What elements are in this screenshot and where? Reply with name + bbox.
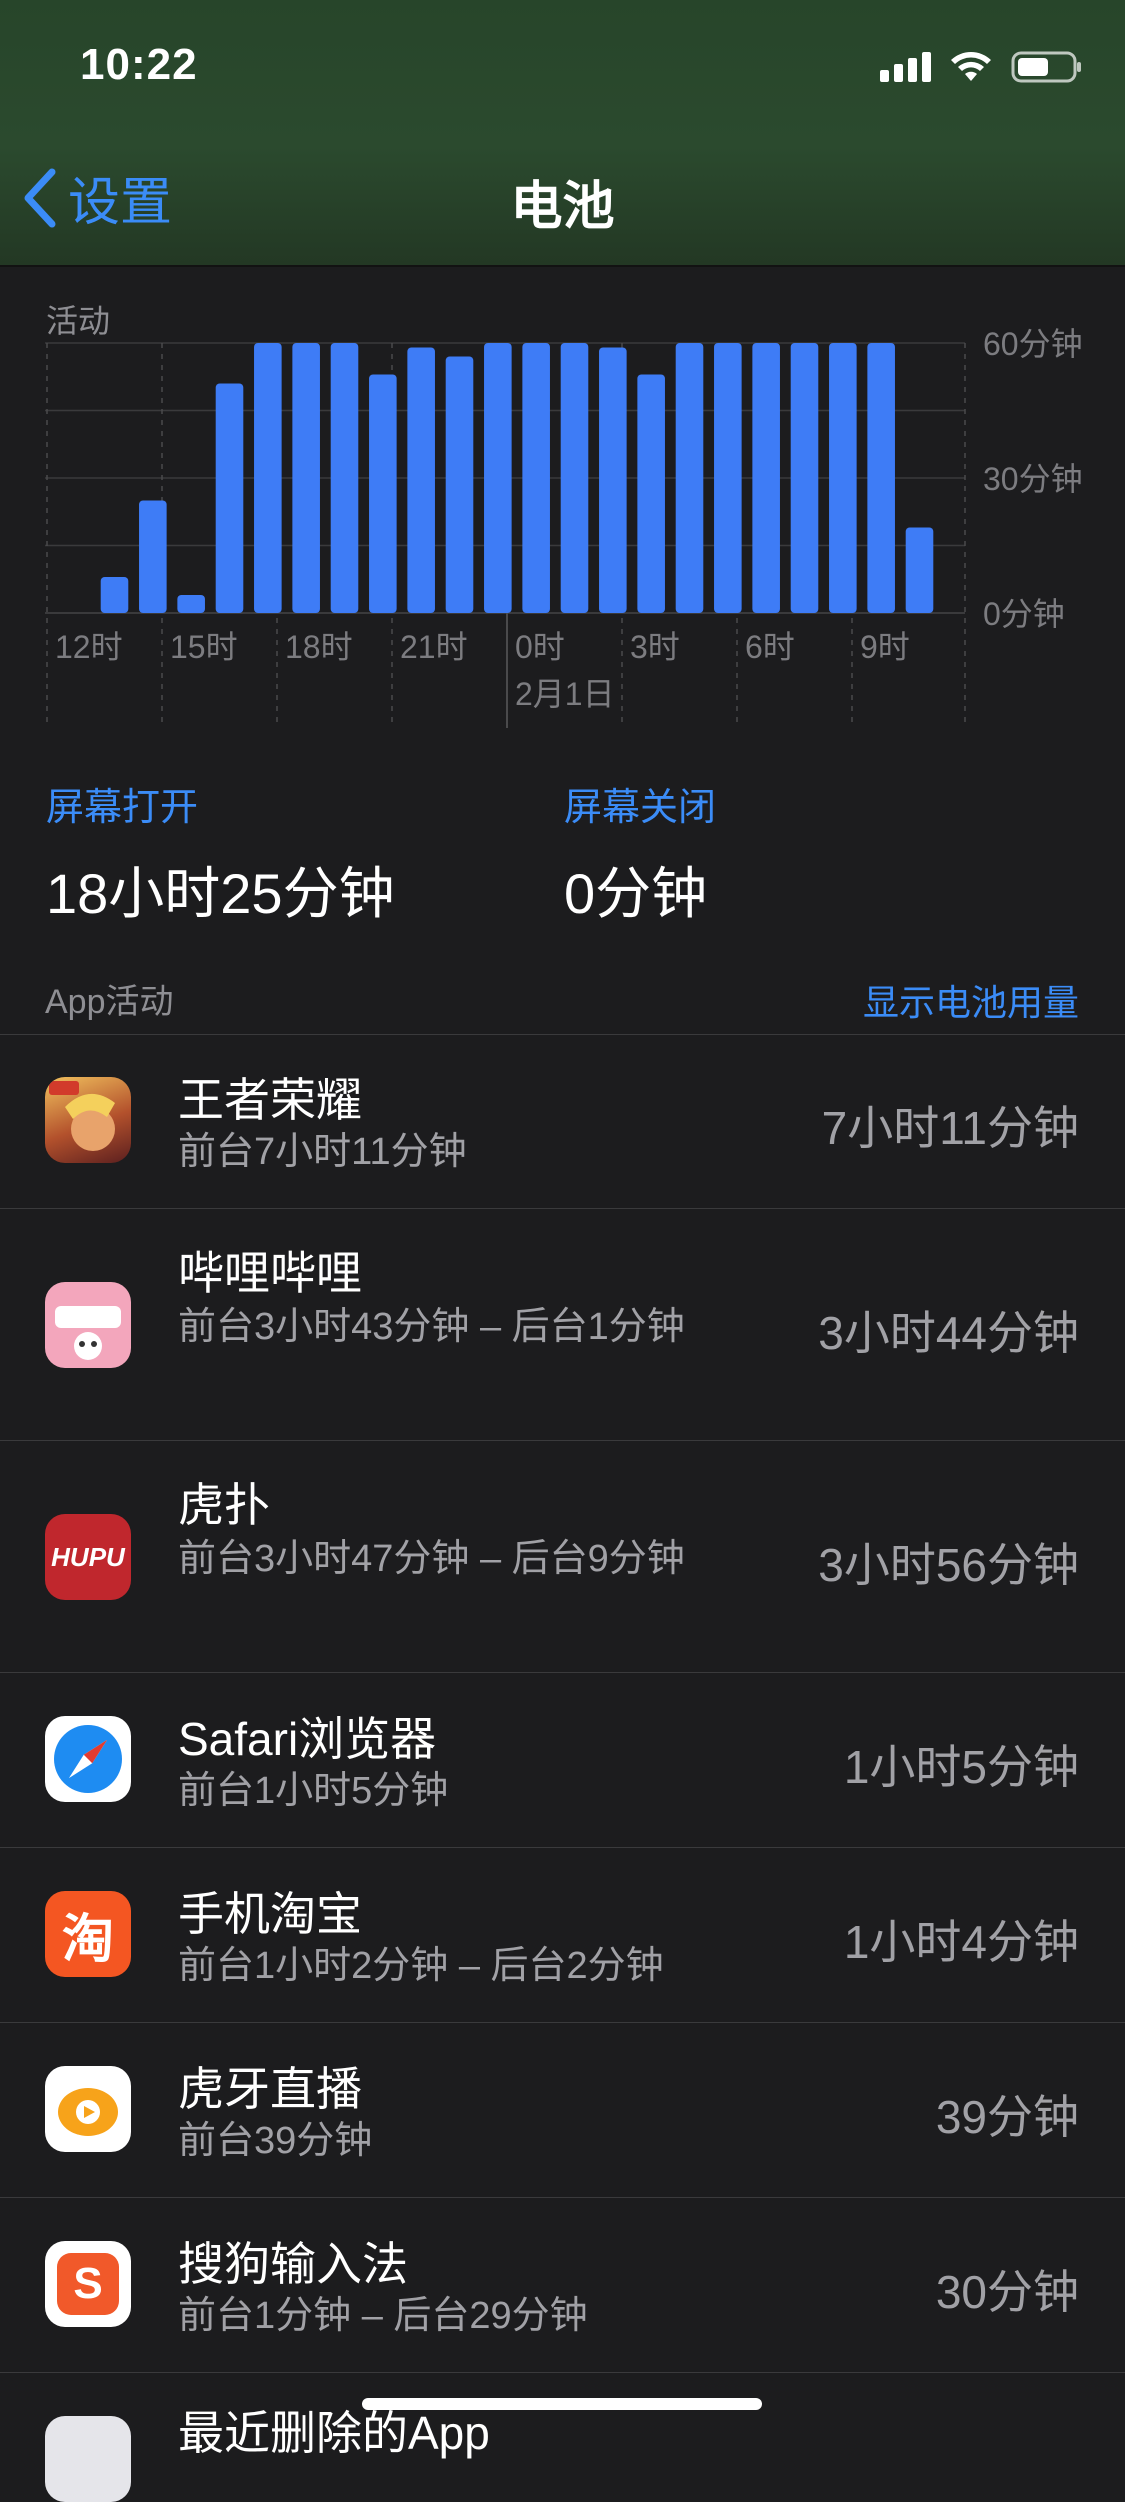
screen-off-summary: 屏幕关闭 0分钟	[564, 776, 716, 930]
activity-bar	[100, 577, 129, 613]
x-tick-label: 15时	[170, 629, 238, 665]
header: 10:22 设置 电池	[0, 0, 1125, 267]
screen-on-summary: 屏幕打开 18小时25分钟	[46, 776, 395, 930]
activity-bar	[484, 343, 512, 613]
app-detail: 前台3小时47分钟 – 后台9分钟	[178, 1538, 685, 1580]
app-detail: 前台3小时43分钟 – 后台1分钟	[178, 1306, 685, 1348]
activity-bar	[752, 343, 780, 613]
app-activity-label: App活动	[45, 983, 174, 1021]
home-indicator	[362, 2398, 762, 2410]
activity-bar	[675, 343, 704, 613]
app-time: 7小时11分钟	[821, 1102, 1079, 1154]
activity-bar	[599, 347, 627, 613]
activity-bar	[292, 343, 320, 613]
y-tick-label: 30分钟	[983, 461, 1083, 497]
battery-icon	[1011, 50, 1083, 84]
app-name: 虎扑	[178, 1479, 270, 1531]
activity-bar	[560, 343, 589, 613]
sogou-icon: S	[45, 2241, 131, 2327]
list-item[interactable]: HUPU 虎扑 前台3小时47分钟 – 后台9分钟 3小时56分钟	[0, 1441, 1125, 1673]
list-item[interactable]: 淘 手机淘宝 前台1小时2分钟 – 后台2分钟 1小时4分钟	[0, 1848, 1125, 2023]
x-tick-label: 0时	[515, 629, 565, 665]
x-tick-label: 3时	[630, 629, 680, 665]
taobao-icon: 淘	[45, 1891, 131, 1977]
x-tick-label: 18时	[285, 629, 353, 665]
activity-bar	[637, 374, 665, 613]
screen-on-value: 18小时25分钟	[46, 862, 395, 925]
list-item[interactable]: 虎牙直播 前台39分钟 39分钟	[0, 2023, 1125, 2198]
status-time: 10:22	[80, 40, 198, 89]
activity-bar	[790, 343, 819, 613]
status-icons	[880, 50, 1083, 84]
x-tick-label: 9时	[860, 629, 910, 665]
activity-chart: 12时 15时 18时 21时 0时 3时 6时 9时 2月1日 60分钟 30分钟 0分钟	[45, 326, 1083, 728]
list-item[interactable]: Safari浏览器 前台1小时5分钟 1小时5分钟	[0, 1673, 1125, 1848]
activity-bar	[369, 374, 397, 613]
activity-bar	[330, 343, 359, 613]
app-time: 39分钟	[935, 2091, 1079, 2143]
app-name: 搜狗输入法	[178, 2238, 408, 2290]
x-tick-label: 6时	[745, 629, 795, 665]
activity-bar	[254, 343, 282, 613]
app-time: 1小时5分钟	[843, 1741, 1079, 1793]
hupu-icon: HUPU	[45, 1514, 131, 1600]
activity-bar	[139, 500, 167, 613]
app-name: Safari浏览器	[178, 1713, 437, 1765]
app-detail: 前台1小时2分钟 – 后台2分钟	[178, 1945, 664, 1987]
app-time: 1小时4分钟	[843, 1916, 1079, 1968]
cellular-signal-icon	[880, 52, 931, 82]
app-name: 哔哩哔哩	[178, 1247, 362, 1299]
activity-bar	[445, 356, 474, 613]
activity-bar	[905, 527, 934, 613]
page-title: 电池	[510, 178, 615, 236]
activity-bar	[522, 343, 550, 613]
app-detail: 前台39分钟	[178, 2120, 373, 2162]
app-name: 虎牙直播	[178, 2063, 362, 2115]
x-tick-label: 21时	[400, 629, 468, 665]
activity-bar	[867, 343, 895, 613]
screen-off-title: 屏幕关闭	[564, 787, 717, 829]
screen-on-title: 屏幕打开	[46, 787, 199, 829]
y-tick-label: 60分钟	[983, 326, 1083, 362]
huya-icon	[45, 2066, 131, 2152]
bilibili-icon	[45, 1282, 131, 1368]
app-detail: 前台7小时11分钟	[178, 1131, 467, 1173]
show-battery-usage-button[interactable]: 显示电池用量	[863, 974, 1079, 1026]
date-label: 2月1日	[515, 676, 615, 712]
wifi-icon	[949, 51, 993, 83]
safari-icon	[45, 1716, 131, 1802]
app-detail: 前台1分钟 – 后台29分钟	[178, 2295, 588, 2337]
app-activity-header: App活动 显示电池用量	[0, 968, 1125, 1035]
honor-of-kings-icon	[45, 1077, 131, 1163]
activity-bar	[215, 383, 244, 613]
list-item[interactable]: S 搜狗输入法 前台1分钟 – 后台29分钟 30分钟	[0, 2198, 1125, 2373]
list-item[interactable]: 最近删除的App	[0, 2373, 1125, 2502]
list-item[interactable]: 哔哩哔哩 前台3小时43分钟 – 后台1分钟 3小时44分钟	[0, 1209, 1125, 1441]
activity-bar	[177, 595, 205, 613]
app-name: 手机淘宝	[178, 1888, 362, 1940]
screen-off-value: 0分钟	[564, 862, 708, 925]
app-time: 30分钟	[935, 2266, 1079, 2318]
app-time: 3小时44分钟	[818, 1307, 1079, 1359]
activity-bar	[829, 343, 857, 613]
deleted-apps-icon	[45, 2416, 131, 2502]
list-item[interactable]: 王者荣耀 前台7小时11分钟 7小时11分钟	[0, 1034, 1125, 1209]
app-detail: 前台1小时5分钟	[178, 1770, 449, 1812]
app-name: 王者荣耀	[178, 1074, 362, 1126]
activity-bar	[714, 343, 742, 613]
app-list: 王者荣耀 前台7小时11分钟 7小时11分钟 哔哩哔哩 前台3小时43分钟 – …	[0, 1034, 1125, 2502]
y-tick-label: 0分钟	[983, 596, 1065, 632]
x-tick-label: 12时	[55, 629, 123, 665]
activity-bar	[407, 347, 435, 613]
app-time: 3小时56分钟	[818, 1539, 1079, 1591]
